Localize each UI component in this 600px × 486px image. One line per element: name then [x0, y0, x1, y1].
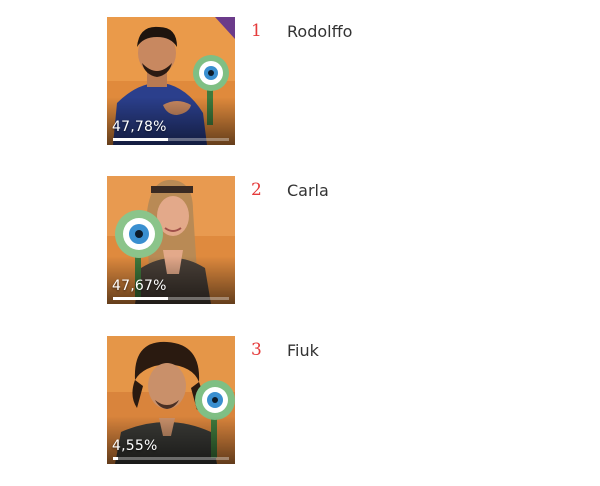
rank-number: 1 [251, 21, 262, 41]
participant-name[interactable]: Fiuk [287, 341, 319, 360]
participant-photo[interactable]: 47,67% [107, 176, 235, 304]
vote-progress-fill [113, 297, 169, 300]
participant-photo[interactable]: 47,78% [107, 17, 235, 145]
rank-number: 2 [251, 180, 262, 200]
ranking-item-carla: 47,67% 2 Carla [107, 176, 407, 306]
participant-name[interactable]: Carla [287, 181, 329, 200]
vote-progress-bar [113, 457, 229, 460]
vote-progress-fill [113, 138, 169, 141]
vote-percentage: 47,78% [112, 119, 167, 135]
vote-progress-bar [113, 138, 229, 141]
participant-name[interactable]: Rodolffo [287, 22, 352, 41]
participant-photo[interactable]: 4,55% [107, 336, 235, 464]
vote-progress-fill [113, 457, 119, 460]
vote-progress-bar [113, 297, 229, 300]
rank-number: 3 [251, 340, 262, 360]
vote-percentage: 4,55% [112, 438, 158, 454]
ranking-item-rodolffo: 47,78% 1 Rodolffo [107, 17, 407, 147]
ranking-item-fiuk: 4,55% 3 Fiuk [107, 336, 407, 466]
vote-percentage: 47,67% [112, 278, 167, 294]
